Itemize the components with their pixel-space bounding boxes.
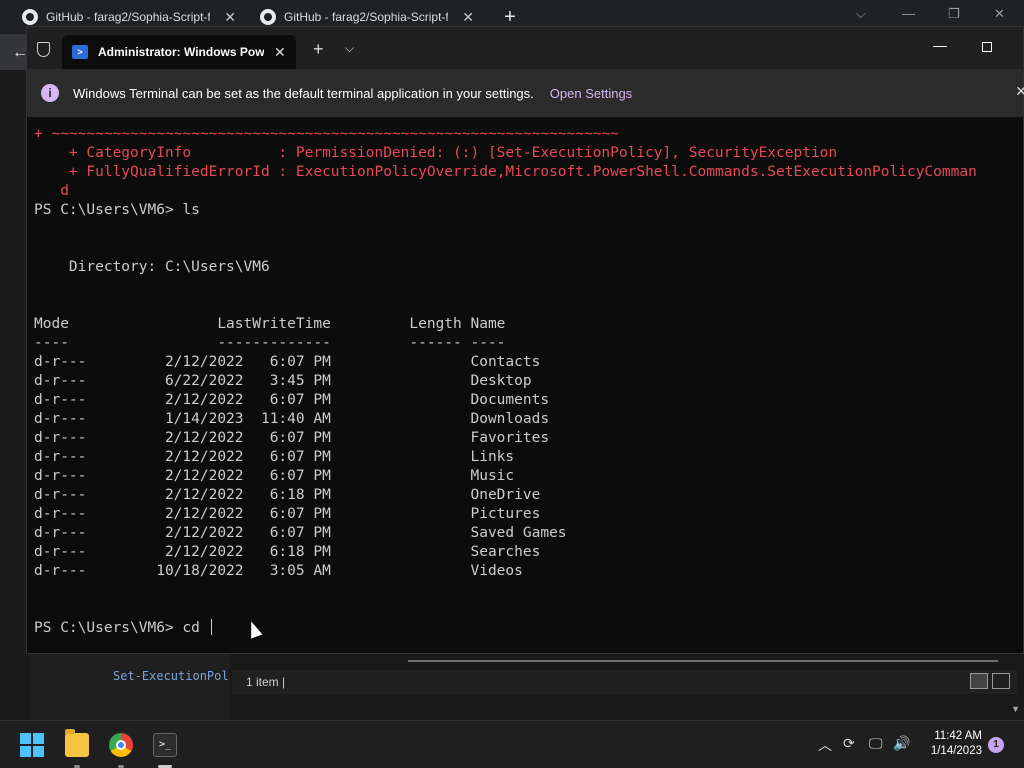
console-line: + CategoryInfo : PermissionDenied: (:) […: [34, 145, 838, 161]
terminal-titlebar: > Administrator: Windows Powe ✕ + ⌵ —: [27, 27, 1023, 69]
infobar-message: Windows Terminal can be set as the defau…: [73, 85, 534, 101]
explorer-nav-pane: [30, 650, 230, 720]
console-line: d-r--- 2/12/2022 6:07 PM Documents: [34, 392, 550, 408]
console-line: d-r--- 6/22/2022 3:45 PM Desktop: [34, 373, 532, 389]
notification-badge[interactable]: 1: [988, 737, 1004, 753]
chrome-icon[interactable]: [109, 733, 133, 757]
console-line: Mode LastWriteTime Length Name: [34, 316, 506, 332]
restore-icon[interactable]: ❐: [948, 6, 960, 22]
close-icon[interactable]: ✕: [462, 9, 474, 26]
tiles-view-icon[interactable]: [992, 673, 1010, 689]
details-view-icon[interactable]: [970, 673, 988, 689]
console-prompt: PS C:\Users\VM6> cd: [34, 620, 209, 636]
console-line: d-r--- 10/18/2022 3:05 AM Videos: [34, 563, 523, 579]
github-icon: [22, 9, 38, 25]
github-icon: [260, 9, 276, 25]
console-line: d-r--- 2/12/2022 6:07 PM Links: [34, 449, 515, 465]
clock[interactable]: 11:42 AM 1/14/2023: [920, 729, 982, 759]
minimize-icon[interactable]: —: [933, 37, 947, 53]
chevron-down-icon[interactable]: ⌵: [856, 6, 866, 22]
terminal-app-icon[interactable]: >_: [153, 733, 177, 757]
console-line: d: [34, 183, 69, 199]
shield-icon: [37, 42, 50, 57]
windows-start-icon[interactable]: [20, 733, 44, 757]
terminal-tab-title: Administrator: Windows Powe: [98, 45, 264, 59]
browser-tab-title: GitHub - farag2/Sophia-Script-fo: [46, 10, 211, 24]
console-prompt-line[interactable]: PS C:\Users\VM6> cd: [34, 619, 1019, 638]
console-output[interactable]: + ~~~~~~~~~~~~~~~~~~~~~~~~~~~~~~~~~~~~~~…: [34, 125, 1019, 645]
console-line: d-r--- 2/12/2022 6:07 PM Saved Games: [34, 525, 567, 541]
taskbar: >_ ︿ ⟳ 🖵 🔊 11:42 AM 1/14/2023 1: [0, 720, 1024, 768]
chevron-up-icon[interactable]: ︿: [818, 735, 832, 755]
explorer-scrollbar[interactable]: [408, 660, 998, 662]
terminal-new-tab-button[interactable]: +: [313, 39, 324, 60]
console-line: + ~~~~~~~~~~~~~~~~~~~~~~~~~~~~~~~~~~~~~~…: [34, 126, 619, 142]
chevron-down-icon[interactable]: ⌵: [345, 41, 354, 56]
close-icon[interactable]: ✕: [994, 6, 1005, 22]
console-line: d-r--- 2/12/2022 6:07 PM Pictures: [34, 506, 541, 522]
console-line: d-r--- 2/12/2022 6:07 PM Music: [34, 468, 515, 484]
volume-icon[interactable]: 🔊: [893, 735, 910, 752]
explorer-command-preview: Set-ExecutionPol: [113, 669, 229, 683]
network-icon[interactable]: 🖵: [869, 735, 883, 752]
console-line: Directory: C:\Users\VM6: [34, 259, 270, 275]
terminal-window: > Administrator: Windows Powe ✕ + ⌵ — i …: [26, 26, 1024, 654]
minimize-icon[interactable]: —: [902, 6, 915, 21]
file-explorer-icon[interactable]: [65, 729, 89, 757]
clock-time: 11:42 AM: [934, 730, 982, 742]
console-line: d-r--- 2/12/2022 6:07 PM Favorites: [34, 430, 550, 446]
console-line: d-r--- 2/12/2022 6:18 PM OneDrive: [34, 487, 541, 503]
browser-tab-title: GitHub - farag2/Sophia-Script-fo: [284, 10, 449, 24]
default-terminal-infobar: i Windows Terminal can be set as the def…: [27, 69, 1024, 117]
desktop: GitHub - farag2/Sophia-Script-fo ✕ GitHu…: [0, 0, 1024, 768]
explorer-view-switch: [970, 673, 1010, 689]
scroll-down-icon[interactable]: ▼: [1011, 704, 1020, 714]
console-line: PS C:\Users\VM6> ls: [34, 202, 200, 218]
console-line: d-r--- 2/12/2022 6:07 PM Contacts: [34, 354, 541, 370]
console-line: d-r--- 2/12/2022 6:18 PM Searches: [34, 544, 541, 560]
clock-date: 1/14/2023: [930, 745, 982, 757]
console-line: ---- ------------- ------ ----: [34, 335, 506, 351]
terminal-tab[interactable]: > Administrator: Windows Powe ✕: [62, 35, 296, 69]
open-settings-link[interactable]: Open Settings: [550, 86, 632, 101]
console-line: d-r--- 1/14/2023 11:40 AM Downloads: [34, 411, 550, 427]
maximize-icon[interactable]: [982, 42, 992, 52]
sync-icon[interactable]: ⟳: [843, 735, 855, 752]
text-cursor: [210, 619, 212, 635]
info-icon: i: [41, 84, 59, 102]
explorer-status-bar: 1 item |: [232, 670, 1017, 694]
close-icon[interactable]: ✕: [274, 44, 286, 61]
console-line: + FullyQualifiedErrorId : ExecutionPolic…: [34, 164, 977, 180]
close-icon[interactable]: ✕: [1015, 83, 1024, 100]
close-icon[interactable]: ✕: [224, 9, 236, 26]
powershell-icon: >: [72, 45, 88, 59]
